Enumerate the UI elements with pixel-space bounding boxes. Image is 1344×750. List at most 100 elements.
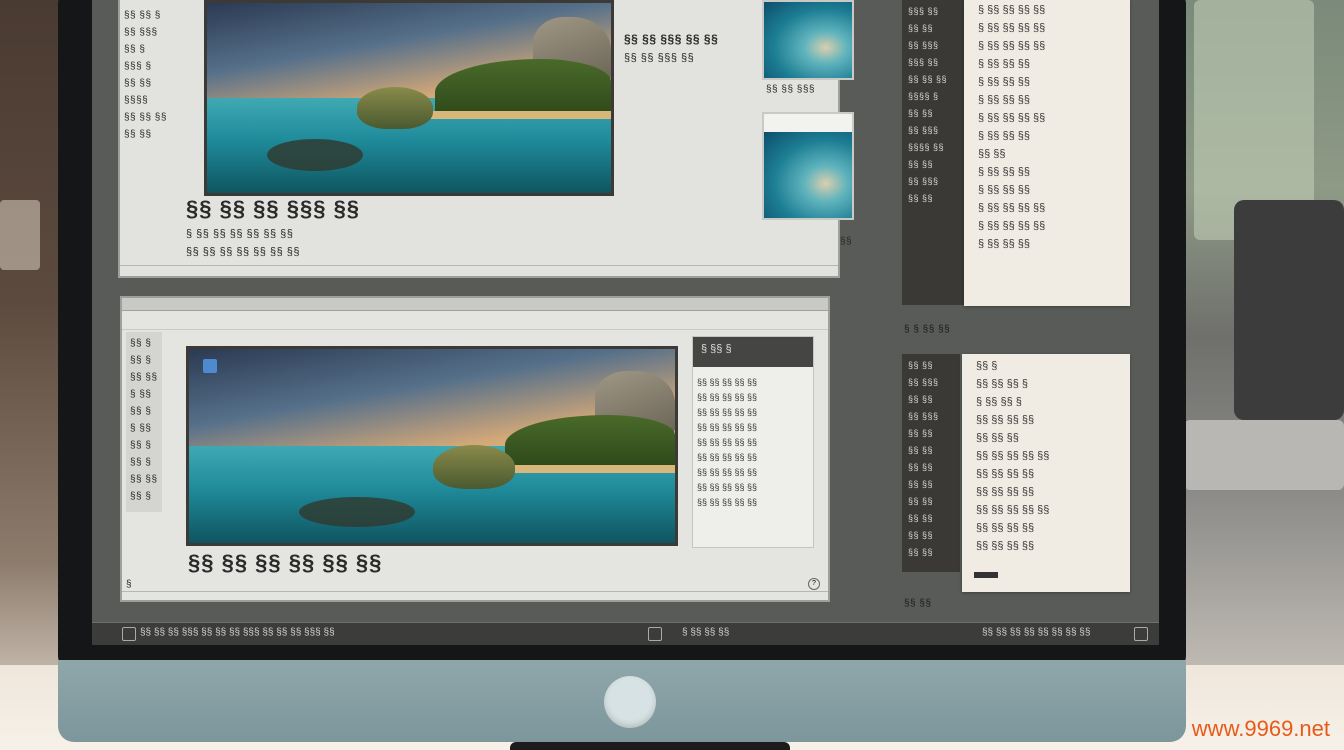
list-item[interactable]: §§ §§§ bbox=[908, 176, 966, 186]
document-list: §§§ §§ §§ §§ §§ §§§ §§§ §§ §§ §§ §§ §§§§ § §§ … bbox=[908, 6, 966, 210]
list-item[interactable]: §§ §§ bbox=[908, 479, 966, 489]
list-item[interactable]: §§ §§ bbox=[908, 193, 966, 203]
photo-subtitle: § §§ §§ §§ §§ §§ §§ bbox=[186, 228, 294, 240]
image-badge-icon bbox=[203, 359, 217, 373]
list-item[interactable]: §§ §§ bbox=[908, 360, 966, 370]
taskbar-app-icon[interactable] bbox=[648, 627, 662, 641]
window-sidebar: §§ §§ § §§ §§§ §§ § §§§ § §§ §§ §§§§ §§ §§ §§ §… bbox=[124, 10, 166, 146]
list-item[interactable]: §§ §§ bbox=[130, 372, 158, 383]
list-item[interactable]: §§ §§ bbox=[908, 462, 966, 472]
properties-panel: § §§ § §§ §§ §§ §§ §§ §§ §§ §§ §§ §§ §§ §§… bbox=[692, 336, 814, 548]
photo-subtitle-2: §§ §§ §§ §§ §§ §§ §§ bbox=[186, 246, 300, 258]
thumbnail-2[interactable] bbox=[762, 112, 854, 220]
signature-mark bbox=[974, 572, 998, 578]
document-line: §§ §§ bbox=[978, 148, 1006, 160]
notification-icon[interactable] bbox=[1134, 627, 1148, 641]
document-list: §§ §§ §§ §§§ §§ §§ §§ §§§ §§ §§ §§ §§ §§ §§ §§ … bbox=[908, 360, 966, 564]
title-bar[interactable] bbox=[122, 298, 828, 311]
photo-caption: §§ §§ §§ §§§ §§ bbox=[186, 196, 361, 221]
document-line: § §§ §§ §§ §§ bbox=[978, 4, 1046, 16]
document-line: §§ §§ §§ §§ bbox=[976, 414, 1035, 426]
document-line: §§ §§ §§ §§ bbox=[976, 540, 1035, 552]
monitor-chin bbox=[58, 660, 1186, 742]
list-item[interactable]: §§ §§ § bbox=[124, 10, 164, 21]
document-page[interactable]: § §§ §§ §§ §§ § §§ §§ §§ §§ § §§ §§ §§ §§ §… bbox=[964, 0, 1130, 306]
list-item[interactable]: §§§ § bbox=[124, 61, 164, 72]
list-item[interactable]: §§ §§ bbox=[130, 474, 158, 485]
list-item[interactable]: § §§ bbox=[130, 423, 158, 434]
list-item[interactable]: §§ §§ bbox=[908, 23, 966, 33]
properties-header: § §§ § bbox=[693, 337, 813, 367]
start-icon[interactable] bbox=[122, 627, 136, 641]
list-item[interactable]: §§ § bbox=[124, 44, 164, 55]
list-item[interactable]: §§§ §§ bbox=[908, 57, 966, 67]
document-line: § §§ §§ §§ bbox=[978, 94, 1030, 106]
list-item[interactable]: §§ § bbox=[130, 457, 158, 468]
list-item[interactable]: §§ § bbox=[130, 491, 158, 502]
document-line: §§ §§ §§ §§ bbox=[976, 486, 1035, 498]
list-item[interactable]: §§ § bbox=[130, 355, 158, 366]
list-item[interactable]: §§ §§ §§ bbox=[908, 74, 966, 84]
help-icon[interactable]: ? bbox=[808, 578, 820, 590]
list-item[interactable]: §§ § bbox=[130, 406, 158, 417]
list-item[interactable]: §§ §§ bbox=[908, 159, 966, 169]
document-line: § §§ §§ §§ bbox=[978, 76, 1030, 88]
document-line: §§ §§ §§ §§ bbox=[976, 522, 1035, 534]
taskbar-items[interactable]: §§ §§ §§ §§§ §§ §§ §§ §§§ §§ §§ §§ §§§ §… bbox=[140, 627, 335, 638]
list-item[interactable]: §§ §§ bbox=[908, 445, 966, 455]
list-item[interactable]: §§ §§ §§ bbox=[124, 112, 166, 123]
list-item[interactable]: §§ § bbox=[130, 338, 158, 349]
list-item[interactable]: § §§ bbox=[130, 389, 158, 400]
list-item[interactable]: §§ §§ bbox=[908, 547, 966, 557]
list-item[interactable]: §§§§ §§ bbox=[908, 142, 966, 152]
list-item[interactable]: §§ §§ bbox=[908, 513, 966, 523]
window-footer: § bbox=[126, 579, 133, 590]
landscape-photo[interactable] bbox=[204, 0, 614, 196]
background-window bbox=[0, 200, 40, 270]
list-item[interactable]: §§ §§§ bbox=[908, 40, 966, 50]
image-editor-window-top[interactable]: §§ §§ § §§ §§§ §§ § §§§ § §§ §§ §§§§ §§ §§ §§ §… bbox=[118, 0, 854, 278]
list-item[interactable]: §§ §§§ bbox=[908, 411, 966, 421]
list-item[interactable]: §§§§ § bbox=[908, 91, 966, 101]
document-line: §§ §§ §§ §§ bbox=[976, 468, 1035, 480]
document-page-2[interactable]: §§ § §§ §§ §§ § § §§ §§ § §§ §§ §§ §§ §§ §§ … bbox=[962, 354, 1130, 592]
list-item[interactable]: §§ §§ bbox=[908, 530, 966, 540]
system-tray[interactable]: §§ §§ §§ §§ §§ §§ §§ §§ bbox=[982, 627, 1090, 638]
document-list-panel: §§§ §§ §§ §§ §§ §§§ §§§ §§ §§ §§ §§ §§§§ § §§ … bbox=[902, 0, 970, 305]
panel-label: § § §§ §§ bbox=[904, 324, 951, 335]
taskbar-window[interactable]: § §§ §§ §§ bbox=[682, 627, 729, 638]
list-item[interactable]: §§ §§ bbox=[908, 496, 966, 506]
list-item[interactable]: §§§§ bbox=[124, 95, 164, 106]
image-editor-window-bottom[interactable]: §§ § §§ § §§ §§ § §§ §§ § § §§ §§ § §§ § §§ §§ §§… bbox=[120, 296, 830, 602]
monitor-logo-icon bbox=[604, 676, 656, 728]
watermark: www.9969.net bbox=[1191, 716, 1330, 741]
document-line: § §§ §§ §§ §§ bbox=[978, 22, 1046, 34]
list-item[interactable]: §§ §§ bbox=[124, 129, 164, 140]
document-line: § §§ §§ §§ §§ bbox=[978, 40, 1046, 52]
background-keyboard bbox=[1184, 420, 1344, 490]
list-item[interactable]: §§ §§§ bbox=[908, 377, 966, 387]
list-item[interactable]: §§ §§§ bbox=[124, 27, 164, 38]
list-item[interactable]: §§ §§ bbox=[908, 394, 966, 404]
list-item[interactable]: §§ §§ bbox=[908, 428, 966, 438]
corner-number: §§ bbox=[840, 236, 853, 247]
landscape-photo-large[interactable] bbox=[186, 346, 678, 546]
document-line: § §§ §§ §§ §§ bbox=[978, 112, 1046, 124]
document-list-panel-2: §§ §§ §§ §§§ §§ §§ §§ §§§ §§ §§ §§ §§ §§ §§ §§ … bbox=[902, 354, 960, 572]
document-line: § §§ §§ §§ §§ bbox=[978, 220, 1046, 232]
property-row: §§ §§ §§ §§ §§ bbox=[697, 497, 758, 507]
window-status-bar bbox=[122, 591, 828, 600]
list-item[interactable]: §§ § bbox=[130, 440, 158, 451]
screen: §§ §§ § §§ §§§ §§ § §§§ § §§ §§ §§§§ §§ §§ §§ §… bbox=[92, 0, 1159, 645]
document-line: §§ § bbox=[976, 360, 998, 372]
list-item[interactable]: §§ §§ bbox=[908, 108, 966, 118]
toolbar bbox=[122, 311, 828, 330]
document-line: § §§ §§ §§ bbox=[978, 184, 1030, 196]
property-row: §§ §§ §§ §§ §§ bbox=[697, 437, 758, 447]
list-item[interactable]: §§§ §§ bbox=[908, 6, 966, 16]
thumbnail-1[interactable] bbox=[762, 0, 854, 80]
info-subtitle: §§ §§ §§§ §§ bbox=[624, 52, 695, 64]
list-item[interactable]: §§ §§§ bbox=[908, 125, 966, 135]
list-item[interactable]: §§ §§ bbox=[124, 78, 164, 89]
property-row: §§ §§ §§ §§ §§ bbox=[697, 467, 758, 477]
